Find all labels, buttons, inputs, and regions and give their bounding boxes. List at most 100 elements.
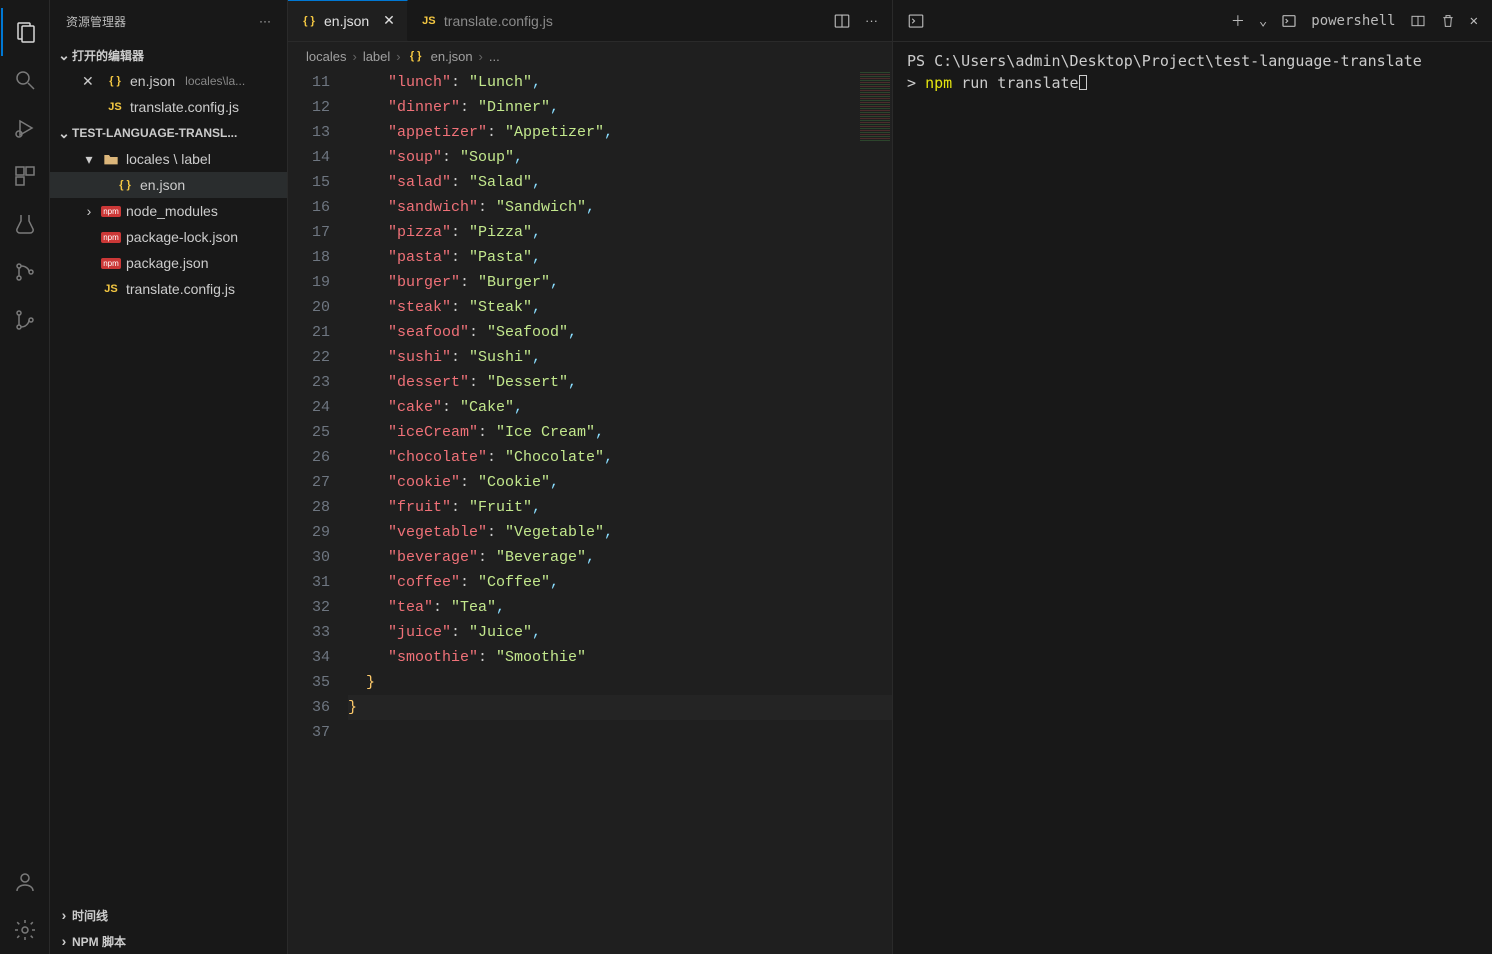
tree-item[interactable]: npmpackage-lock.json <box>50 224 287 250</box>
breadcrumb-part[interactable]: label <box>363 49 390 64</box>
json-icon: { } <box>300 12 318 30</box>
code-line[interactable]: "appetizer": "Appetizer", <box>348 120 892 145</box>
open-editors-label: 打开的编辑器 <box>72 47 144 64</box>
chevron-right-icon: › <box>396 49 400 64</box>
tab-label: en.json <box>324 13 369 29</box>
breadcrumb-trailing: ... <box>489 49 500 64</box>
git-graph-icon[interactable] <box>1 248 49 296</box>
code-line[interactable]: "seafood": "Seafood", <box>348 320 892 345</box>
json-icon: { } <box>116 176 134 194</box>
code-line[interactable]: "sandwich": "Sandwich", <box>348 195 892 220</box>
trash-icon[interactable] <box>1440 13 1456 29</box>
terminal-body[interactable]: PS C:\Users\admin\Desktop\Project\test-l… <box>893 42 1492 954</box>
search-icon[interactable] <box>1 56 49 104</box>
code-line[interactable]: "dinner": "Dinner", <box>348 95 892 120</box>
open-editors-header[interactable]: ⌄ 打开的编辑器 <box>50 42 287 68</box>
timeline-header[interactable]: › 时间线 <box>50 902 287 928</box>
settings-icon[interactable] <box>1 906 49 954</box>
code-line[interactable]: "juice": "Juice", <box>348 620 892 645</box>
code-line[interactable]: "sushi": "Sushi", <box>348 345 892 370</box>
project-header[interactable]: ⌄ TEST-LANGUAGE-TRANSL... <box>50 120 287 146</box>
folder-icon <box>102 150 120 168</box>
code-line[interactable]: "pizza": "Pizza", <box>348 220 892 245</box>
code-line[interactable]: "smoothie": "Smoothie" <box>348 645 892 670</box>
breadcrumbs[interactable]: locales › label › { } en.json › ... <box>288 42 892 70</box>
code-line[interactable]: "lunch": "Lunch", <box>348 70 892 95</box>
terminal-cwd: PS C:\Users\admin\Desktop\Project\test-l… <box>907 52 1422 70</box>
code-line[interactable]: "dessert": "Dessert", <box>348 370 892 395</box>
chevron-down-icon: ⌄ <box>56 47 72 64</box>
new-terminal-icon[interactable]: ＋ <box>1231 11 1245 31</box>
accounts-icon[interactable] <box>1 858 49 906</box>
explorer-icon[interactable] <box>1 8 49 56</box>
editor-tab[interactable]: JS translate.config.js <box>408 0 566 41</box>
split-editor-icon[interactable] <box>833 12 851 30</box>
open-editor-item[interactable]: JStranslate.config.js <box>50 94 287 120</box>
code-line[interactable]: "cookie": "Cookie", <box>348 470 892 495</box>
tree-item[interactable]: ›npmnode_modules <box>50 198 287 224</box>
tabs-row: { } en.json ✕ JS translate.config.js ··· <box>288 0 892 42</box>
tree-item-label: en.json <box>140 177 185 193</box>
line-gutter: 1112131415161718192021222324252627282930… <box>288 70 348 954</box>
tree-item-label: node_modules <box>126 203 218 219</box>
code-line[interactable]: "coffee": "Coffee", <box>348 570 892 595</box>
close-icon[interactable]: ✕ <box>383 12 395 29</box>
terminal-profile-icon[interactable] <box>1281 13 1297 29</box>
breadcrumb-part[interactable]: en.json <box>431 49 473 64</box>
close-icon[interactable]: ✕ <box>1470 13 1478 29</box>
code-line[interactable]: "vegetable": "Vegetable", <box>348 520 892 545</box>
tree-item-label: translate.config.js <box>126 281 235 297</box>
chevron-down-icon[interactable]: ⌄ <box>1259 13 1267 29</box>
sidebar-header: 资源管理器 ··· <box>50 0 287 42</box>
code-line[interactable]: "pasta": "Pasta", <box>348 245 892 270</box>
explorer-sidebar: 资源管理器 ··· ⌄ 打开的编辑器 ✕{ }en.jsonlocales\la… <box>50 0 288 954</box>
npm-scripts-header[interactable]: › NPM 脚本 <box>50 928 287 954</box>
tree-item[interactable]: JS translate.config.js <box>50 276 287 302</box>
testing-icon[interactable] <box>1 200 49 248</box>
chevron-right-icon: › <box>56 933 72 949</box>
source-control-icon[interactable] <box>1 296 49 344</box>
tree-item-label: package.json <box>126 255 209 271</box>
code-line[interactable]: "iceCream": "Ice Cream", <box>348 420 892 445</box>
npm-icon: npm <box>102 202 120 220</box>
more-icon[interactable]: ··· <box>865 13 878 28</box>
tree-item-label: locales \ label <box>126 151 211 167</box>
code-line[interactable]: } <box>348 670 892 695</box>
chevron-right-icon: › <box>479 49 483 64</box>
code-line[interactable]: "cake": "Cake", <box>348 395 892 420</box>
code-line[interactable]: "beverage": "Beverage", <box>348 545 892 570</box>
tree-item-label: package-lock.json <box>126 229 238 245</box>
code-line[interactable]: "burger": "Burger", <box>348 270 892 295</box>
more-icon[interactable]: ··· <box>259 14 271 28</box>
chevron-right-icon: › <box>352 49 356 64</box>
code-line[interactable]: } <box>348 695 892 720</box>
extensions-icon[interactable] <box>1 152 49 200</box>
tree-item[interactable]: ▾ locales \ label <box>50 146 287 172</box>
tree-item[interactable]: { } en.json <box>50 172 287 198</box>
code-line[interactable]: "salad": "Salad", <box>348 170 892 195</box>
chevron-icon: ▾ <box>82 151 96 168</box>
code-line[interactable]: "soup": "Soup", <box>348 145 892 170</box>
js-icon: JS <box>102 280 120 298</box>
minimap[interactable] <box>860 72 890 142</box>
code-line[interactable]: "tea": "Tea", <box>348 595 892 620</box>
code-line[interactable]: "chocolate": "Chocolate", <box>348 445 892 470</box>
tab-label: translate.config.js <box>444 13 553 29</box>
terminal-toggle-icon[interactable] <box>907 12 925 30</box>
split-terminal-icon[interactable] <box>1410 13 1426 29</box>
debug-icon[interactable] <box>1 104 49 152</box>
code-line[interactable]: "steak": "Steak", <box>348 295 892 320</box>
breadcrumb-part[interactable]: locales <box>306 49 346 64</box>
code-editor[interactable]: 1112131415161718192021222324252627282930… <box>288 70 892 954</box>
close-icon[interactable]: ✕ <box>82 73 100 90</box>
tree-item[interactable]: npm package.json <box>50 250 287 276</box>
js-icon: JS <box>420 12 438 30</box>
terminal-header: ＋ ⌄ powershell ✕ <box>893 0 1492 42</box>
open-editor-item[interactable]: ✕{ }en.jsonlocales\la... <box>50 68 287 94</box>
npm-icon: npm <box>102 254 120 272</box>
terminal-profile-label[interactable]: powershell <box>1311 13 1395 29</box>
npm-scripts-label: NPM 脚本 <box>72 933 126 950</box>
timeline-label: 时间线 <box>72 907 108 924</box>
editor-tab[interactable]: { } en.json ✕ <box>288 0 408 41</box>
code-line[interactable]: "fruit": "Fruit", <box>348 495 892 520</box>
